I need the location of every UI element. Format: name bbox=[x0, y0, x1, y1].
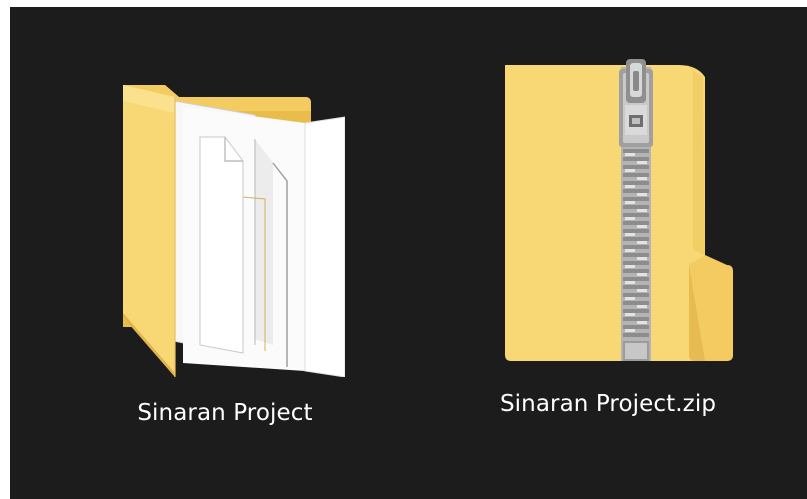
zip-item-sinaran-project[interactable]: Sinaran Project.zip bbox=[458, 59, 758, 417]
zip-folder-icon bbox=[483, 59, 733, 369]
explorer-file-view: Sinaran Project Sinaran Project.zip bbox=[10, 7, 807, 499]
file-name-label: Sinaran Project bbox=[137, 400, 313, 426]
file-name-label: Sinaran Project.zip bbox=[499, 391, 717, 417]
open-folder-with-papers-icon bbox=[105, 77, 345, 377]
folder-item-sinaran-project[interactable]: Sinaran Project bbox=[80, 77, 370, 426]
